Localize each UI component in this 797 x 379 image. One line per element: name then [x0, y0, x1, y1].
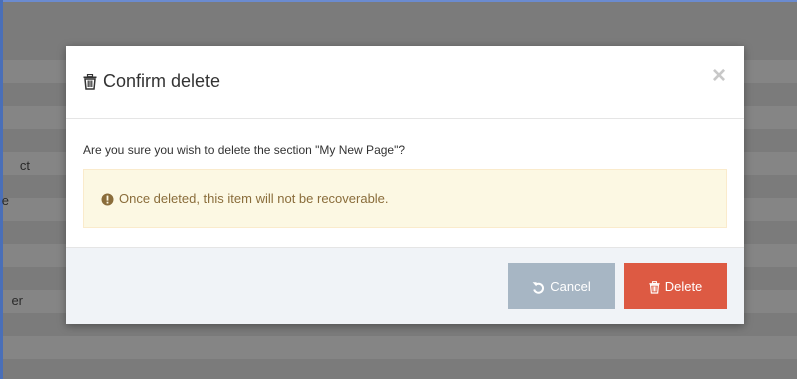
close-icon[interactable]: ×	[712, 64, 726, 88]
dialog-footer: Cancel Delete	[66, 247, 744, 324]
background-row	[3, 336, 797, 359]
confirm-delete-dialog: Confirm delete × Are you sure you wish t…	[66, 46, 744, 324]
exclamation-circle-icon	[101, 191, 114, 206]
delete-button[interactable]: Delete	[624, 263, 727, 309]
delete-button-label: Delete	[664, 278, 703, 294]
dialog-header: Confirm delete ×	[66, 46, 744, 119]
dialog-title: Confirm delete	[83, 71, 220, 92]
trash-icon	[649, 278, 660, 294]
background-text-fragment: e	[1, 193, 9, 208]
warning-alert: Once deleted, this item will not be reco…	[83, 169, 727, 228]
cancel-button[interactable]: Cancel	[508, 263, 615, 309]
dialog-title-text: Confirm delete	[103, 71, 221, 91]
undo-icon	[532, 278, 545, 294]
window-top-edge	[0, 0, 797, 2]
trash-icon	[83, 71, 97, 92]
warning-text: Once deleted, this item will not be reco…	[119, 191, 389, 206]
dialog-body: Are you sure you wish to delete the sect…	[66, 119, 744, 247]
confirm-question: Are you sure you wish to delete the sect…	[83, 143, 406, 157]
background-text-fragment: ct	[19, 158, 30, 173]
background-text-fragment: er	[11, 293, 23, 308]
window-left-edge	[0, 0, 3, 379]
screen: ct e er Confirm delete × Are you sure yo…	[0, 0, 797, 379]
cancel-button-label: Cancel	[550, 278, 591, 294]
